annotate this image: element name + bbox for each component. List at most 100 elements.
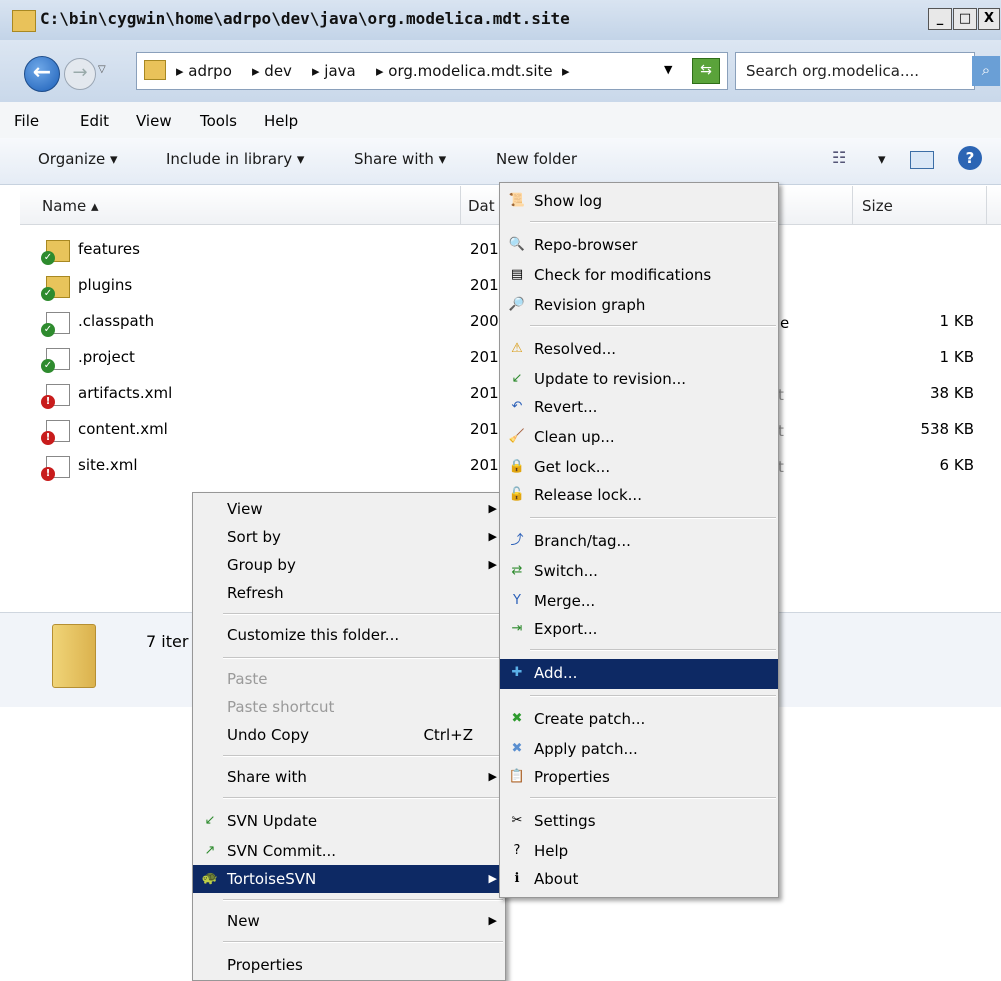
- column-divider[interactable]: [852, 186, 853, 224]
- menu-item-apply-patch[interactable]: ✖ Apply patch...: [500, 735, 778, 763]
- include-in-library-button[interactable]: Include in library ▾: [166, 150, 304, 168]
- normal-overlay-icon: ✓: [41, 251, 55, 265]
- list-item[interactable]: ✓ .classpath: [20, 304, 450, 340]
- unlock-icon: 🔓: [508, 487, 526, 502]
- file-date: 201: [470, 276, 499, 294]
- menu-file[interactable]: File: [14, 112, 39, 130]
- breadcrumb-adrpo[interactable]: ▸ adrpo: [176, 62, 232, 80]
- menu-item-svn-commit[interactable]: ↗ SVN Commit...: [193, 837, 505, 865]
- menu-item-clean-up[interactable]: 🧹 Clean up...: [500, 423, 778, 451]
- menu-item-help[interactable]: ? Help: [500, 837, 778, 865]
- new-folder-button[interactable]: New folder: [496, 150, 577, 168]
- menu-item-branch-tag[interactable]: ⤴ Branch/tag...: [500, 527, 778, 555]
- back-button[interactable]: ←: [24, 56, 60, 92]
- menu-item-export[interactable]: ⇥ Export...: [500, 615, 778, 643]
- menu-help[interactable]: Help: [264, 112, 298, 130]
- menu-item-get-lock[interactable]: 🔒 Get lock...: [500, 453, 778, 481]
- menu-tools[interactable]: Tools: [200, 112, 237, 130]
- menu-separator: [223, 613, 503, 615]
- list-item[interactable]: ! artifacts.xml: [20, 376, 450, 412]
- modified-overlay-icon: !: [41, 467, 55, 481]
- refresh-icon[interactable]: ⇆: [692, 58, 720, 84]
- history-dropdown-icon[interactable]: ▽: [98, 64, 106, 75]
- menu-item-check-modifications[interactable]: ▤ Check for modifications: [500, 261, 778, 289]
- breadcrumb-dev[interactable]: ▸ dev: [252, 62, 292, 80]
- breadcrumb-java[interactable]: ▸ java: [312, 62, 356, 80]
- column-size-header[interactable]: Size: [862, 197, 893, 215]
- menu-item-update-to-revision[interactable]: ↙ Update to revision...: [500, 365, 778, 393]
- folder-icon: ✓: [41, 276, 70, 301]
- folder-icon: ✓: [41, 240, 70, 265]
- menu-item-view[interactable]: View ▶: [193, 495, 505, 523]
- window-title: C:\bin\cygwin\home\adrpo\dev\java\org.mo…: [40, 9, 570, 28]
- menu-item-label: Get lock...: [534, 458, 611, 476]
- menu-item-create-patch[interactable]: ✖ Create patch...: [500, 705, 778, 733]
- menu-item-label: Group by: [227, 556, 296, 574]
- list-item[interactable]: ✓ .project: [20, 340, 450, 376]
- close-button[interactable]: X: [978, 8, 1000, 30]
- menu-item-settings[interactable]: ✂ Settings: [500, 807, 778, 835]
- menu-item-label: Add...: [534, 664, 578, 682]
- menu-item-revision-graph[interactable]: 🔎 Revision graph: [500, 291, 778, 319]
- organize-button[interactable]: Organize ▾: [38, 150, 118, 168]
- menu-view[interactable]: View: [136, 112, 172, 130]
- file-date: 201: [470, 240, 499, 258]
- menu-item-tortoisesvn[interactable]: 🐢 TortoiseSVN ▶: [193, 865, 505, 893]
- export-icon: ⇥: [511, 621, 523, 636]
- view-dropdown-icon[interactable]: ▾: [878, 150, 886, 168]
- file-date: 201: [470, 384, 499, 402]
- menu-separator: [223, 899, 503, 901]
- menu-item-release-lock[interactable]: 🔓 Release lock...: [500, 481, 778, 509]
- repo-browser-icon: 🔍: [508, 237, 526, 252]
- revision-graph-icon: 🔎: [508, 297, 526, 312]
- menu-item-add[interactable]: ✚ Add...: [500, 659, 778, 689]
- list-item[interactable]: ✓ features: [20, 232, 450, 268]
- file-size: 6 KB: [939, 456, 974, 474]
- menu-item-customize-folder[interactable]: Customize this folder...: [193, 621, 505, 649]
- menu-item-label: Sort by: [227, 528, 281, 546]
- breadcrumb-more[interactable]: ▸: [562, 62, 570, 80]
- file-date: 201: [470, 456, 499, 474]
- menu-item-properties[interactable]: Properties: [193, 951, 505, 979]
- address-dropdown-icon[interactable]: ▼: [664, 63, 672, 76]
- menu-item-repo-browser[interactable]: 🔍 Repo-browser: [500, 231, 778, 259]
- view-options-icon[interactable]: ☷: [832, 148, 846, 167]
- column-divider[interactable]: [460, 186, 461, 224]
- normal-overlay-icon: ✓: [41, 359, 55, 373]
- normal-overlay-icon: ✓: [41, 287, 55, 301]
- help-icon[interactable]: ?: [958, 146, 982, 170]
- list-item[interactable]: ! content.xml: [20, 412, 450, 448]
- column-date-header[interactable]: Dat: [468, 197, 495, 215]
- menu-item-revert[interactable]: ↶ Revert...: [500, 393, 778, 421]
- menu-item-svn-properties[interactable]: 📋 Properties: [500, 763, 778, 791]
- search-icon[interactable]: ⌕: [972, 56, 1000, 86]
- menu-item-resolved[interactable]: ⚠ Resolved...: [500, 335, 778, 363]
- menu-separator: [530, 649, 776, 651]
- list-item[interactable]: ! site.xml: [20, 448, 450, 484]
- menu-edit[interactable]: Edit: [80, 112, 109, 130]
- menu-item-group-by[interactable]: Group by ▶: [193, 551, 505, 579]
- list-item[interactable]: ✓ plugins: [20, 268, 450, 304]
- menu-item-switch[interactable]: ⇄ Switch...: [500, 557, 778, 585]
- minimize-button[interactable]: _: [928, 8, 952, 30]
- menu-item-share-with[interactable]: Share with ▶: [193, 763, 505, 791]
- file-size: 1 KB: [939, 312, 974, 330]
- forward-button[interactable]: →: [64, 58, 96, 90]
- column-name-header[interactable]: Name ▴: [42, 197, 99, 215]
- menu-item-svn-update[interactable]: ↙ SVN Update: [193, 807, 505, 835]
- breadcrumb-site[interactable]: ▸ org.modelica.mdt.site: [376, 62, 553, 80]
- preview-pane-icon[interactable]: [910, 151, 934, 169]
- menu-item-merge[interactable]: Y Merge...: [500, 587, 778, 615]
- menu-item-sort-by[interactable]: Sort by ▶: [193, 523, 505, 551]
- menu-item-label: Apply patch...: [534, 740, 638, 758]
- menu-item-refresh[interactable]: Refresh: [193, 579, 505, 607]
- menu-item-undo-copy[interactable]: Undo Copy Ctrl+Z: [193, 721, 505, 749]
- menu-item-new[interactable]: New ▶: [193, 907, 505, 935]
- menu-item-about[interactable]: ℹ About: [500, 865, 778, 893]
- menu-item-label: Merge...: [534, 592, 596, 610]
- maximize-button[interactable]: □: [953, 8, 977, 30]
- column-divider[interactable]: [986, 186, 987, 224]
- switch-icon: ⇄: [511, 563, 523, 578]
- share-with-button[interactable]: Share with ▾: [354, 150, 446, 168]
- menu-item-show-log[interactable]: 📜 Show log: [500, 187, 778, 215]
